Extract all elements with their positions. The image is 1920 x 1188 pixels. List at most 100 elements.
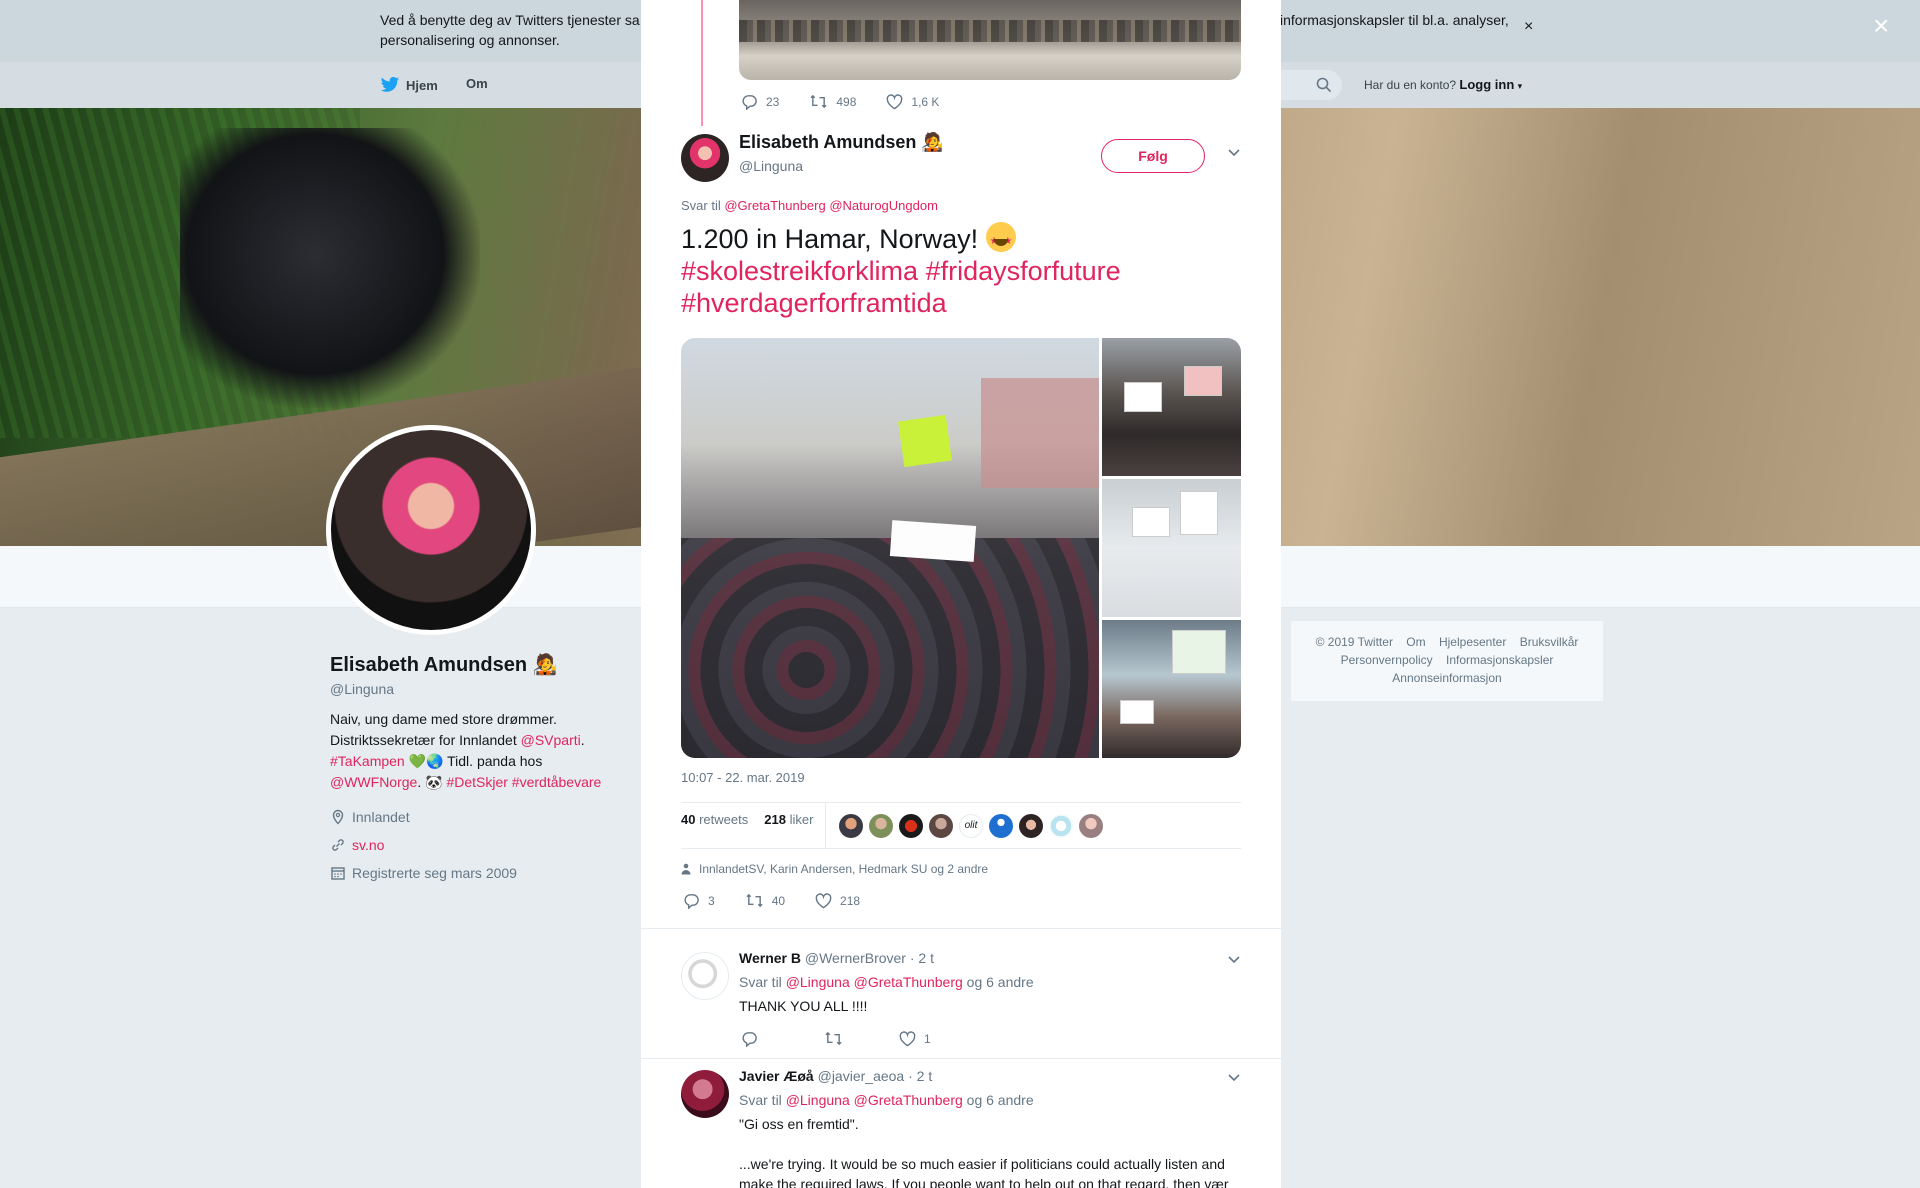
like-count: 218 [840,893,861,908]
reply-author-name[interactable]: Werner B [739,950,801,966]
footer-link[interactable]: Informasjonskapsler [1446,653,1553,667]
tweet-timestamp[interactable]: 10:07 - 22. mar. 2019 [681,770,805,785]
follow-button[interactable]: Følg [1101,139,1205,173]
profile-name[interactable]: Elisabeth Amundsen 🧑‍🎤 [330,652,630,677]
reply-time[interactable]: · 2 t [908,1068,932,1084]
reply-author-handle[interactable]: @WernerBrover [805,950,906,966]
previous-tweet-image[interactable] [739,0,1241,80]
photo-sign [1172,630,1226,674]
reply-avatar[interactable] [681,952,729,1000]
cookie-text-right: informasjonskapsler til bl.a. analyser, [1280,12,1509,28]
login-link[interactable]: Logg inn [1459,77,1514,92]
chevron-down-icon[interactable] [1227,148,1241,158]
footer-link[interactable]: Bruksvilkår [1520,635,1579,649]
reply-to-line: Svar til @Linguna @GretaThunberg og 6 an… [739,1092,1034,1108]
like-button[interactable]: 1,6 K [886,93,939,110]
tweet-photo-main[interactable] [681,338,1099,758]
profile-avatar[interactable] [326,425,536,635]
reply-others-link[interactable]: og 6 andre [967,1092,1034,1108]
retweet-icon [746,893,763,908]
chevron-down-icon[interactable] [1227,955,1241,965]
retweet-button[interactable]: 40 [745,892,785,909]
reply-mentions-link[interactable]: @Linguna @GretaThunberg [786,974,963,990]
hashtag-link[interactable]: #hverdagerforframtida [681,288,947,318]
bio-hashtag-link[interactable]: #DetSkjer #verdtåbevare [446,774,601,790]
retweet-icon [825,1031,842,1046]
nav-home[interactable]: Hjem [380,76,438,94]
footer-link[interactable]: © 2019 Twitter [1316,635,1393,649]
link-icon [332,839,344,851]
heart-icon [815,892,832,908]
reply-time[interactable]: · 2 t [910,950,934,966]
website-link[interactable]: sv.no [352,831,384,859]
photo-building [981,378,1099,488]
bio-mention-link[interactable]: @SVparti [521,732,581,748]
reply-text-line: ...we're trying. It would be so much eas… [739,1156,1225,1172]
like-stat-count: 218 [764,812,786,827]
reply-header: Javier Æøå @javier_aeoa · 2 t [739,1068,932,1084]
reply-mentions-link[interactable]: @Linguna @GretaThunberg [786,1092,963,1108]
reply-button[interactable] [741,1030,758,1047]
chevron-down-icon[interactable] [1227,1073,1241,1083]
liker-avatar[interactable]: olit [959,814,983,838]
tweet-photo-2[interactable] [1102,338,1241,476]
retweet-button[interactable] [824,1030,843,1047]
social-context[interactable]: InnlandetSV, Karin Andersen, Hedmark SU … [681,862,988,876]
reply-button[interactable]: 23 [741,93,779,110]
photo-sign [889,520,977,562]
liker-avatar[interactable] [899,814,923,838]
nav-about-label: Om [466,76,488,91]
tweet-stats: 40 retweets 218 liker [681,812,813,827]
like-button[interactable]: 1 [899,1030,931,1047]
bio-mention-link[interactable]: @WWFNorge [330,774,417,790]
star-struck-emoji-icon [985,222,1016,258]
divider [681,848,1241,849]
tweet-photo-4[interactable] [1102,620,1241,758]
author-avatar[interactable] [681,134,729,182]
profile-location: Innlandet [330,803,630,831]
reply-button[interactable]: 3 [683,892,715,909]
profile-joined: Registrerte seg mars 2009 [330,859,630,887]
footer-link[interactable]: Om [1406,635,1425,649]
reply-author-name[interactable]: Javier Æøå [739,1068,814,1084]
close-modal-icon[interactable]: × [1873,10,1889,42]
retweet-button[interactable]: 498 [809,93,856,110]
divider [641,928,1281,929]
like-stat[interactable]: 218 liker [764,812,813,827]
liker-avatar[interactable] [839,814,863,838]
author-name[interactable]: Elisabeth Amundsen 🧑‍🎤 [739,132,944,153]
tweet-text: 1.200 in Hamar, Norway! #skolestreikfork… [681,222,1241,319]
reply-avatar[interactable] [681,1070,729,1118]
liker-avatars: olit [839,814,1103,838]
reply-count: 3 [708,893,715,908]
social-context-text: InnlandetSV, Karin Andersen, Hedmark SU … [699,862,989,876]
divider [641,1058,1281,1059]
photo-sign [1120,700,1154,724]
liker-avatar[interactable] [1019,814,1043,838]
footer-link[interactable]: Personvernpolicy [1341,653,1433,667]
liker-avatar[interactable] [1079,814,1103,838]
nav-about[interactable]: Om [466,76,488,91]
caret-down-icon[interactable]: ▾ [1518,81,1523,91]
reply-mentions-link[interactable]: @GretaThunberg @NaturogUngdom [724,198,938,213]
liker-avatar[interactable] [869,814,893,838]
liker-avatar[interactable] [1049,814,1073,838]
liker-avatar[interactable] [989,814,1013,838]
reply-author-handle[interactable]: @javier_aeoa [818,1068,905,1084]
reply-others-link[interactable]: og 6 andre [967,974,1034,990]
hashtag-link[interactable]: #skolestreikforklima #fridaysforfuture [681,256,1121,286]
liker-avatar[interactable] [929,814,953,838]
like-button[interactable]: 218 [815,892,861,909]
tweet-media-grid [681,338,1241,758]
cookie-close-button[interactable]: × [1524,18,1533,36]
banner-beetle [180,128,480,408]
profile-handle[interactable]: @Linguna [330,681,630,697]
tweet-photo-3[interactable] [1102,479,1241,617]
bio-hashtag-link[interactable]: #TaKampen [330,753,405,769]
footer-link[interactable]: Annonseinformasjon [1392,671,1501,685]
retweet-stat[interactable]: 40 retweets [681,812,748,827]
author-handle[interactable]: @Linguna [739,158,803,174]
retweet-icon [810,94,827,109]
footer-link[interactable]: Hjelpesenter [1439,635,1506,649]
reply-prefix: Svar til [681,198,721,213]
